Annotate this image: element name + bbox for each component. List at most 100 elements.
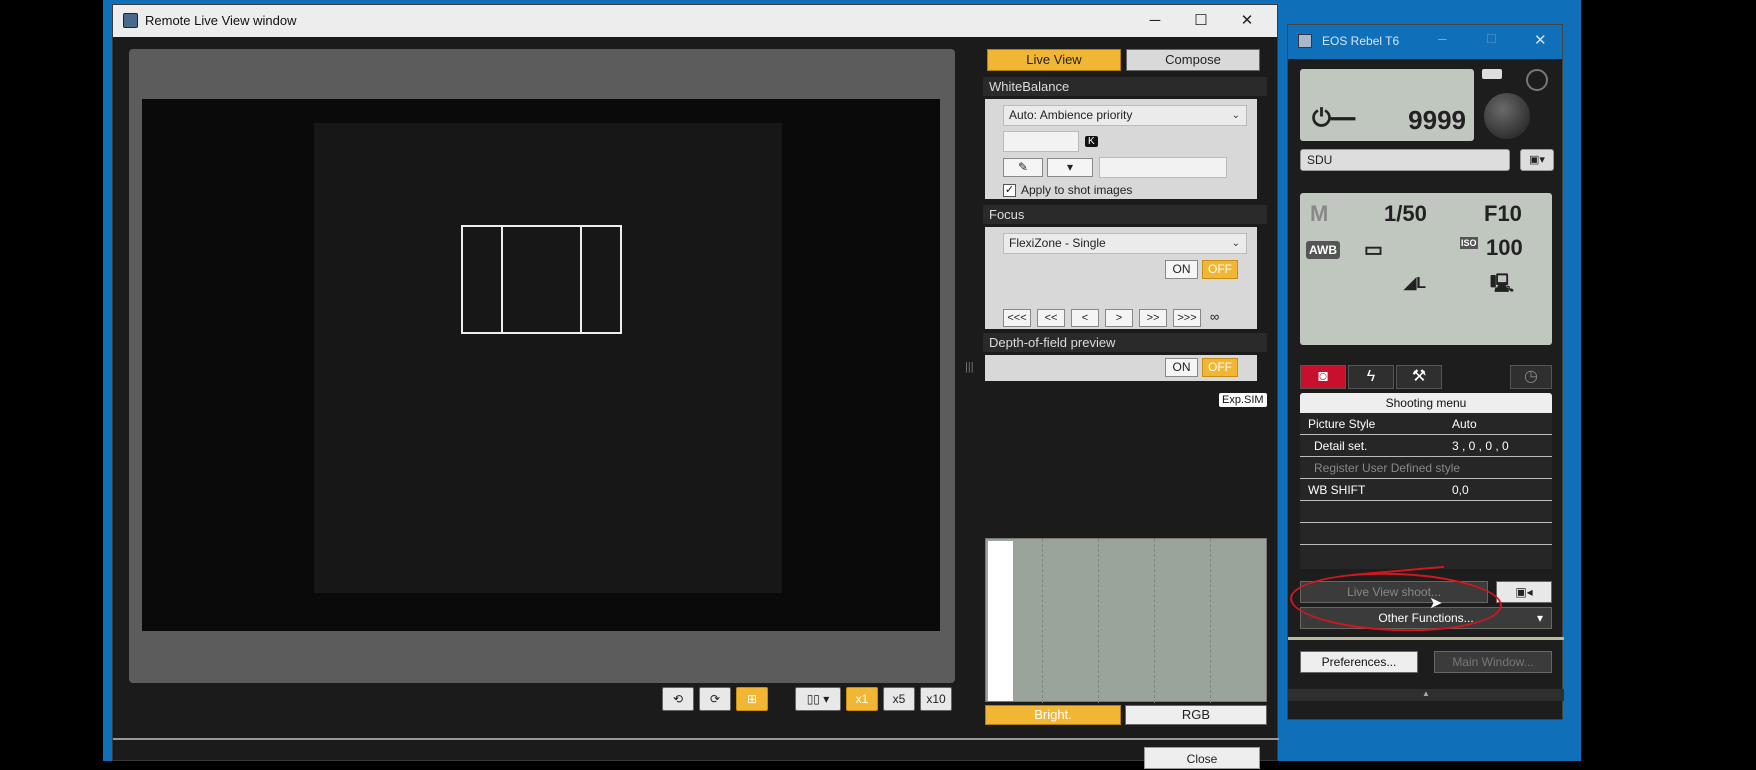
menu-key: Picture Style — [1308, 417, 1376, 431]
tab-compose[interactable]: Compose — [1126, 49, 1260, 71]
title-bar[interactable]: Remote Live View window ─ ☐ ✕ — [113, 5, 1277, 37]
infinity-icon[interactable]: ∞ — [1210, 309, 1219, 324]
wb-dropdown[interactable]: ▾ — [1047, 158, 1093, 177]
menu-empty-row — [1300, 501, 1552, 523]
shutter-speed[interactable]: 1/50 — [1384, 201, 1427, 227]
drive-mode-icon[interactable]: ▭ — [1364, 237, 1383, 262]
iso-label: ISO — [1460, 237, 1478, 249]
dof-on-button[interactable]: ON — [1165, 358, 1198, 377]
chevron-down-icon: ⌄ — [1231, 238, 1240, 249]
white-balance-setting[interactable]: AWB — [1306, 241, 1340, 259]
app-icon — [123, 13, 138, 28]
tab-rgb[interactable]: RGB — [1125, 705, 1267, 725]
menu-item-detail-set[interactable]: Detail set. 3 , 0 , 0 , 0 — [1300, 435, 1552, 457]
dof-off-button[interactable]: OFF — [1202, 358, 1238, 377]
histogram-gridline — [1098, 539, 1099, 703]
flash-tab-icon[interactable]: ϟ — [1348, 365, 1394, 389]
zoom-x10-button[interactable]: x10 — [920, 687, 952, 711]
save-destination-icon[interactable]: 🖳 — [1490, 271, 1514, 301]
camera-settings-dropdown[interactable]: ▣▾ — [1520, 149, 1554, 171]
menu-title: Shooting menu — [1300, 393, 1552, 413]
zoom-x1-button[interactable]: x1 — [846, 687, 878, 711]
white-balance-value: Auto: Ambience priority — [1009, 108, 1133, 122]
af-point[interactable] — [501, 225, 582, 334]
focus-off-button[interactable]: OFF — [1202, 260, 1238, 279]
collapse-handle[interactable]: ▲ — [1288, 689, 1564, 701]
preview-subject-area — [314, 123, 782, 593]
close-button[interactable]: Close — [1144, 747, 1260, 769]
window-title: Remote Live View window — [145, 13, 297, 28]
camera-tab-icon[interactable]: ◙ — [1300, 365, 1346, 389]
dof-panel: ON OFF — [985, 355, 1257, 381]
histogram-gridline — [1154, 539, 1155, 703]
eos-window-title: EOS Rebel T6 — [1322, 34, 1400, 48]
tools-tab-icon[interactable]: ⚒ — [1396, 365, 1442, 389]
minimize-button[interactable]: ─ — [1438, 32, 1447, 46]
menu-item-register-style: Register User Defined style — [1300, 457, 1552, 479]
splitter-handle[interactable]: ||| — [965, 361, 974, 373]
apply-label: Apply to shot images — [1021, 183, 1133, 197]
aspect-ratio-dropdown[interactable]: ▯▯ ▾ — [795, 687, 841, 711]
eyedropper-icon[interactable]: ✎ — [1003, 158, 1043, 177]
white-balance-select[interactable]: Auto: Ambience priority ⌄ — [1003, 105, 1247, 126]
eos-title-bar[interactable]: EOS Rebel T6 ─ ☐ ✕ — [1288, 25, 1562, 59]
live-view-image[interactable] — [142, 99, 940, 631]
kelvin-input[interactable] — [1003, 131, 1079, 152]
menu-item-wb-shift[interactable]: WB SHIFT 0,0 — [1300, 479, 1552, 501]
focus-near-2-button[interactable]: << — [1037, 309, 1065, 327]
shots-remaining: 9999 — [1408, 105, 1466, 135]
chevron-down-icon: ▾ — [1536, 611, 1543, 625]
focus-mode-value: FlexiZone - Single — [1009, 236, 1106, 250]
menu-key: Register User Defined style — [1314, 461, 1461, 475]
shooting-mode: M — [1310, 201, 1329, 226]
rotate-left-button[interactable]: ⟲ — [662, 687, 694, 711]
focus-far-1-button[interactable]: > — [1105, 309, 1133, 327]
live-view-preview[interactable] — [129, 49, 955, 683]
preferences-button[interactable]: Preferences... — [1300, 651, 1418, 673]
apply-checkbox[interactable]: ✓ — [1003, 184, 1016, 197]
menu-key: Detail set. — [1314, 439, 1368, 453]
power-plug-icon: ⏻━ — [1312, 105, 1355, 132]
power-icon — [1526, 69, 1548, 91]
shots-remaining-display: ⏻━ 9999 — [1300, 69, 1474, 141]
exp-sim-badge: Exp.SIM — [1219, 393, 1267, 407]
focus-far-3-button[interactable]: >>> — [1173, 309, 1201, 327]
minimize-button[interactable]: ─ — [1137, 9, 1173, 33]
histogram-peak — [988, 541, 1013, 701]
menu-key: WB SHIFT — [1308, 483, 1366, 497]
zoom-x5-button[interactable]: x5 — [883, 687, 915, 711]
tab-live-view[interactable]: Live View — [987, 49, 1121, 71]
eos-utility-window: EOS Rebel T6 ─ ☐ ✕ ⏻━ 9999 SDU ▣▾ M 1/50… — [1287, 24, 1564, 720]
menu-value: Auto — [1452, 417, 1477, 431]
app-icon — [1298, 34, 1312, 48]
control-panel: Live View Compose WhiteBalance Auto: Amb… — [981, 43, 1271, 725]
divider — [113, 738, 1279, 740]
histogram — [985, 538, 1267, 703]
timer-icon[interactable]: ◷ — [1510, 365, 1552, 389]
maximize-button[interactable]: ☐ — [1183, 9, 1219, 33]
iso-value[interactable]: 100 — [1486, 235, 1523, 261]
focus-mode-select[interactable]: FlexiZone - Single ⌄ — [1003, 233, 1247, 254]
rotate-right-button[interactable]: ⟳ — [699, 687, 731, 711]
focus-on-button[interactable]: ON — [1165, 260, 1198, 279]
maximize-button[interactable]: ☐ — [1486, 32, 1497, 46]
close-window-button[interactable]: ✕ — [1534, 31, 1547, 49]
histogram-gridline — [1042, 539, 1043, 703]
close-window-button[interactable]: ✕ — [1229, 9, 1265, 33]
focus-near-3-button[interactable]: <<< — [1003, 309, 1031, 327]
white-balance-heading: WhiteBalance — [983, 77, 1267, 96]
dof-heading: Depth-of-field preview — [983, 333, 1267, 352]
tab-brightness[interactable]: Bright. — [985, 705, 1121, 725]
grid-icon[interactable]: ⊞ — [736, 687, 768, 711]
histogram-gridline — [1210, 539, 1211, 703]
focus-far-2-button[interactable]: >> — [1139, 309, 1167, 327]
focus-near-1-button[interactable]: < — [1071, 309, 1099, 327]
kelvin-unit: K — [1085, 136, 1098, 147]
movie-icon[interactable]: ▣◂ — [1496, 581, 1552, 603]
wb-value-field[interactable] — [1099, 157, 1227, 178]
image-quality-icon[interactable]: ◢L — [1404, 273, 1426, 293]
menu-item-picture-style[interactable]: Picture Style Auto — [1300, 413, 1552, 435]
aperture-value[interactable]: F10 — [1484, 201, 1522, 227]
mode-dial[interactable] — [1484, 93, 1530, 139]
main-window-button[interactable]: Main Window... — [1434, 651, 1552, 673]
